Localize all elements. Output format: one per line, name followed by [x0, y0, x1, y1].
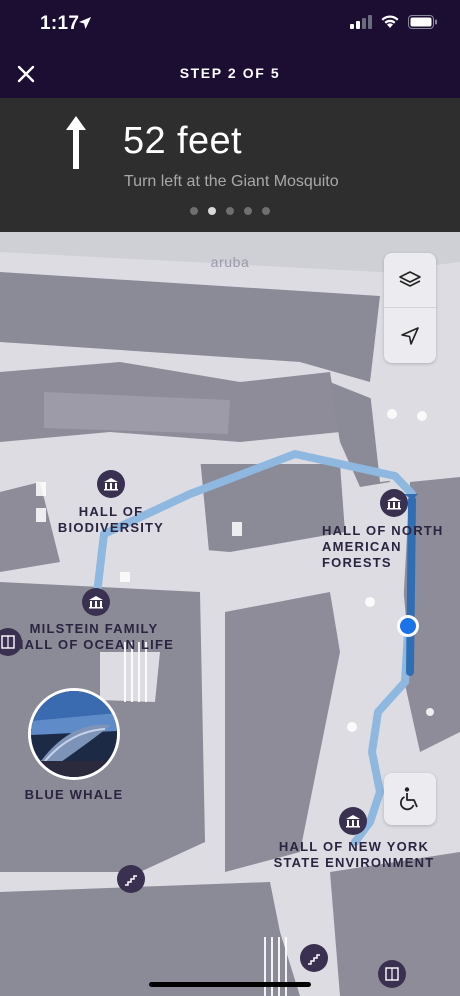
museum-hall-icon[interactable]: [380, 489, 408, 517]
step-pager[interactable]: [0, 207, 460, 215]
battery-icon: [408, 14, 438, 34]
straight-arrow-icon: [66, 116, 86, 169]
wheelchair-icon: [400, 787, 418, 811]
home-indicator[interactable]: [149, 982, 311, 987]
accessibility-route-button[interactable]: [384, 773, 436, 825]
step-title: STEP 2 OF 5: [179, 65, 281, 81]
indoor-map[interactable]: aruba HALL OF BIODIVERSITY HALL OF NORTH…: [0, 232, 460, 996]
museum-hall-icon[interactable]: [82, 588, 110, 616]
turn-instruction: Turn left at the Giant Mosquito: [124, 173, 339, 190]
elevator-icon[interactable]: [378, 960, 406, 988]
step-dot[interactable]: [262, 207, 270, 215]
blue-whale-photo[interactable]: [28, 688, 120, 780]
status-bar: 1:17: [0, 0, 460, 50]
poi-milstein-hall-of-ocean-life[interactable]: MILSTEIN FAMILY HALL OF OCEAN LIFE: [10, 621, 178, 653]
location-arrow-icon: [401, 326, 419, 345]
status-time: 1:17: [40, 13, 80, 34]
distance-value: 52 feet: [123, 120, 243, 162]
poi-hall-of-biodiversity[interactable]: HALL OF BIODIVERSITY: [52, 504, 170, 536]
navigation-header: STEP 2 OF 5: [0, 50, 460, 98]
location-services-icon: [78, 16, 92, 35]
map-controls: [384, 253, 436, 363]
wifi-icon: [380, 14, 400, 34]
poi-hall-of-north-american-forests[interactable]: HALL OF NORTH AMERICAN FORESTS: [322, 523, 460, 571]
step-dot[interactable]: [226, 207, 234, 215]
museum-hall-icon[interactable]: [339, 807, 367, 835]
step-dot[interactable]: [190, 207, 198, 215]
stairs-icon[interactable]: [117, 865, 145, 893]
stairs-icon[interactable]: [300, 944, 328, 972]
layers-button[interactable]: [384, 253, 436, 308]
museum-hall-icon[interactable]: [97, 470, 125, 498]
locate-button[interactable]: [384, 308, 436, 363]
layers-icon: [399, 271, 421, 287]
cellular-signal-icon: [350, 14, 372, 34]
direction-panel[interactable]: 52 feet Turn left at the Giant Mosquito: [0, 98, 460, 232]
poi-blue-whale[interactable]: BLUE WHALE: [16, 787, 132, 803]
step-dot[interactable]: [244, 207, 252, 215]
step-dot-active[interactable]: [208, 207, 216, 215]
poi-hall-of-new-york-state-environment[interactable]: HALL OF NEW YORK STATE ENVIRONMENT: [272, 839, 436, 871]
